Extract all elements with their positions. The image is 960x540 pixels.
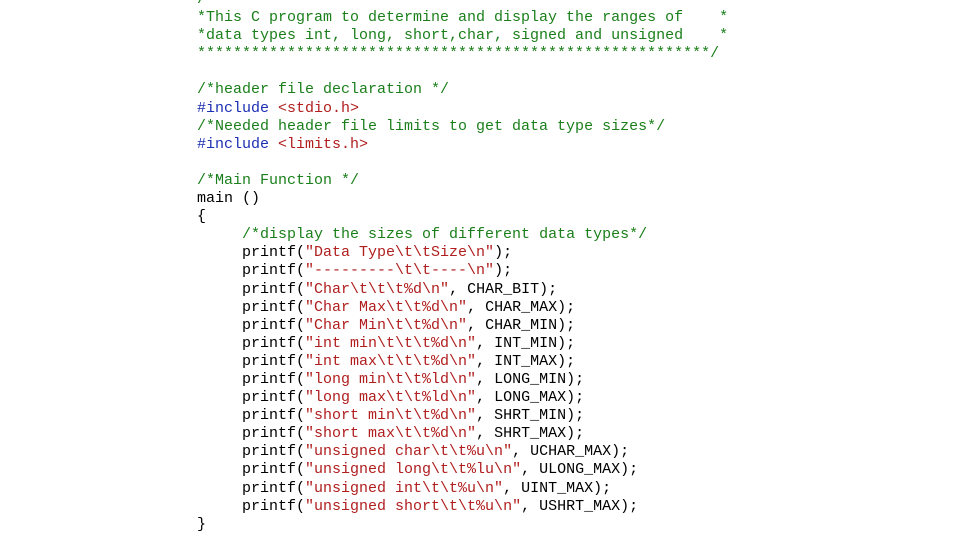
- code-token-plain: printf(: [197, 497, 306, 515]
- code-token-plain: printf(: [197, 425, 306, 443]
- code-line: printf("Char Max\t\t%d\n", CHAR_MAX);: [197, 299, 937, 317]
- code-token-plain: printf(: [197, 370, 306, 388]
- code-line: printf("long min\t\t%ld\n", LONG_MIN);: [197, 371, 937, 389]
- code-token-plain: , SHRT_MAX);: [476, 425, 585, 443]
- code-line: /*display the sizes of different data ty…: [197, 226, 937, 244]
- code-token-string: "Char\t\t\t%d\n": [305, 280, 450, 298]
- code-token-plain: {: [197, 208, 207, 226]
- code-token-string: "int min\t\t\t%d\n": [305, 334, 477, 352]
- code-line: #include <limits.h>: [197, 136, 937, 154]
- code-line: /*header file declaration */: [197, 81, 937, 99]
- code-token-comment: /*Main Function */: [197, 171, 360, 189]
- code-token-string: "short min\t\t%d\n": [305, 407, 477, 425]
- code-token-plain: main (): [197, 190, 261, 208]
- code-line: main (): [197, 190, 937, 208]
- code-token-plain: , ULONG_MAX);: [521, 461, 639, 479]
- code-token-comment: /*header file declaration */: [197, 81, 450, 99]
- code-token-comment: ****************************************…: [197, 45, 720, 63]
- code-token-string: "Char Max\t\t%d\n": [305, 298, 468, 316]
- code-token-comment: /*display the sizes of different data ty…: [242, 226, 648, 244]
- code-line: printf("short min\t\t%d\n", SHRT_MIN);: [197, 407, 937, 425]
- code-line: printf("---------\t\t----\n");: [197, 262, 937, 280]
- code-token-string: "long max\t\t%ld\n": [305, 389, 477, 407]
- code-token-comment: /*Needed header file limits to get data …: [197, 117, 666, 135]
- code-token-string: "Char Min\t\t%d\n": [305, 316, 468, 334]
- code-token-header: <limits.h>: [278, 135, 369, 153]
- code-line: }: [197, 516, 937, 534]
- code-token-plain: , CHAR_MIN);: [467, 316, 576, 334]
- code-token-plain: printf(: [197, 334, 306, 352]
- code-line: /*Needed header file limits to get data …: [197, 118, 937, 136]
- code-token-plain: , LONG_MIN);: [476, 370, 585, 388]
- code-token-plain: }: [197, 515, 207, 533]
- code-token-directive: #include: [197, 135, 279, 153]
- code-token-plain: , INT_MIN);: [476, 334, 576, 352]
- code-token-plain: printf(: [197, 316, 306, 334]
- code-line: printf("unsigned int\t\t%u\n", UINT_MAX)…: [197, 480, 937, 498]
- code-line: *This C program to determine and display…: [197, 9, 937, 27]
- code-token-string: "unsigned long\t\t%lu\n": [305, 461, 522, 479]
- code-token-plain: , SHRT_MIN);: [476, 407, 585, 425]
- code-line: printf("short max\t\t%d\n", SHRT_MAX);: [197, 425, 937, 443]
- code-token-string: "unsigned short\t\t%u\n": [305, 497, 522, 515]
- code-token-plain: , UCHAR_MAX);: [512, 443, 630, 461]
- code-token-plain: , USHRT_MAX);: [521, 497, 639, 515]
- code-token-plain: , CHAR_MAX);: [467, 298, 576, 316]
- code-token-plain: printf(: [197, 352, 306, 370]
- code-line: *data types int, long, short,char, signe…: [197, 27, 937, 45]
- code-token-directive: #include: [197, 99, 279, 117]
- code-token-plain: , UINT_MAX);: [503, 479, 612, 497]
- code-token-string: "unsigned char\t\t%u\n": [305, 443, 513, 461]
- code-line: printf("Char Min\t\t%d\n", CHAR_MIN);: [197, 317, 937, 335]
- code-token-plain: printf(: [197, 443, 306, 461]
- code-token-string: "Data Type\t\tSize\n": [305, 244, 495, 262]
- code-token-plain: , INT_MAX);: [476, 352, 576, 370]
- code-token-comment: *This C program to determine and display…: [197, 9, 729, 27]
- code-token-string: "unsigned int\t\t%u\n": [305, 479, 504, 497]
- code-line: printf("unsigned char\t\t%u\n", UCHAR_MA…: [197, 443, 937, 461]
- code-token-comment: /***************************************…: [197, 0, 701, 8]
- code-line: printf("unsigned short\t\t%u\n", USHRT_M…: [197, 498, 937, 516]
- code-line: ****************************************…: [197, 45, 937, 63]
- code-line: printf("int max\t\t\t%d\n", INT_MAX);: [197, 353, 937, 371]
- code-token-plain: printf(: [197, 479, 306, 497]
- code-token-plain: printf(: [197, 389, 306, 407]
- code-line: printf("unsigned long\t\t%lu\n", ULONG_M…: [197, 461, 937, 479]
- code-token-comment: *data types int, long, short,char, signe…: [197, 27, 729, 45]
- code-token-plain: printf(: [197, 244, 306, 262]
- code-line: printf("long max\t\t%ld\n", LONG_MAX);: [197, 389, 937, 407]
- code-token-plain: );: [494, 244, 513, 262]
- code-token-plain: printf(: [197, 280, 306, 298]
- code-token-plain: printf(: [197, 298, 306, 316]
- code-line: printf("int min\t\t\t%d\n", INT_MIN);: [197, 335, 937, 353]
- code-token-string: "---------\t\t----\n": [305, 262, 495, 280]
- code-line: printf("Char\t\t\t%d\n", CHAR_BIT);: [197, 281, 937, 299]
- code-token-string: "short max\t\t%d\n": [305, 425, 477, 443]
- code-token-plain: , LONG_MAX);: [476, 389, 585, 407]
- code-token-header: <stdio.h>: [278, 99, 360, 117]
- code-line: /***************************************…: [197, 0, 937, 9]
- code-line: {: [197, 208, 937, 226]
- code-token-string: "int max\t\t\t%d\n": [305, 352, 477, 370]
- code-line: printf("Data Type\t\tSize\n");: [197, 244, 937, 262]
- code-line: #include <stdio.h>: [197, 100, 937, 118]
- code-token-plain: printf(: [197, 407, 306, 425]
- code-line: /*Main Function */: [197, 172, 937, 190]
- code-listing: /***************************************…: [197, 0, 937, 534]
- code-token-string: "long min\t\t%ld\n": [305, 370, 477, 388]
- code-token-plain: );: [494, 262, 513, 280]
- code-token-plain: , CHAR_BIT);: [449, 280, 558, 298]
- code-token-plain: printf(: [197, 461, 306, 479]
- code-token-plain: printf(: [197, 262, 306, 280]
